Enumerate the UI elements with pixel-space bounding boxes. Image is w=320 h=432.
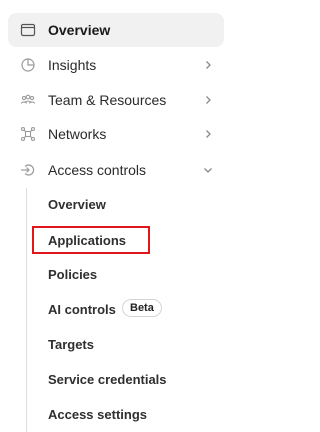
- beta-badge: Beta: [122, 299, 162, 317]
- subnav-item-ai-controls[interactable]: AI controls Beta: [36, 295, 220, 323]
- chart-clock-icon: [20, 57, 36, 73]
- nav-label: Insights: [48, 57, 97, 73]
- nav-item-access-controls[interactable]: Access controls: [8, 153, 224, 187]
- nav-label: Overview: [48, 22, 111, 38]
- nav-item-networks[interactable]: Networks: [8, 117, 224, 151]
- people-icon: [20, 92, 36, 108]
- subnav-item-overview[interactable]: Overview: [36, 190, 220, 218]
- login-arrow-icon: [20, 162, 36, 178]
- subnav-label: Overview: [48, 197, 106, 212]
- sidebar-nav: Overview Insights Team & Resources Netwo…: [0, 0, 234, 432]
- subnav-item-policies[interactable]: Policies: [36, 260, 220, 288]
- subnav-label: Service credentials: [48, 372, 167, 387]
- chevron-right-icon: [202, 128, 214, 140]
- subnav-label: Applications: [48, 233, 127, 248]
- subnav-divider: [26, 188, 27, 432]
- subnav-item-access-settings[interactable]: Access settings: [36, 400, 220, 428]
- subnav-item-service-credentials[interactable]: Service credentials: [36, 365, 220, 393]
- network-icon: [20, 126, 36, 142]
- nav-label: Networks: [48, 126, 107, 142]
- nav-label: Team & Resources: [48, 92, 167, 108]
- subnav-label: Access settings: [48, 407, 147, 422]
- subnav-item-applications[interactable]: Applications: [32, 226, 150, 254]
- nav-label: Access controls: [48, 162, 147, 178]
- chevron-down-icon: [202, 164, 214, 176]
- subnav-label: Policies: [48, 267, 98, 282]
- subnav-label: AI controls: [48, 302, 116, 317]
- chevron-right-icon: [202, 59, 214, 71]
- chevron-right-icon: [202, 94, 214, 106]
- window-icon: [20, 22, 36, 38]
- subnav-label: Targets: [48, 337, 94, 352]
- nav-item-team-resources[interactable]: Team & Resources: [8, 83, 224, 117]
- nav-item-insights[interactable]: Insights: [8, 48, 224, 82]
- nav-item-overview[interactable]: Overview: [8, 13, 224, 47]
- subnav-item-targets[interactable]: Targets: [36, 330, 220, 358]
